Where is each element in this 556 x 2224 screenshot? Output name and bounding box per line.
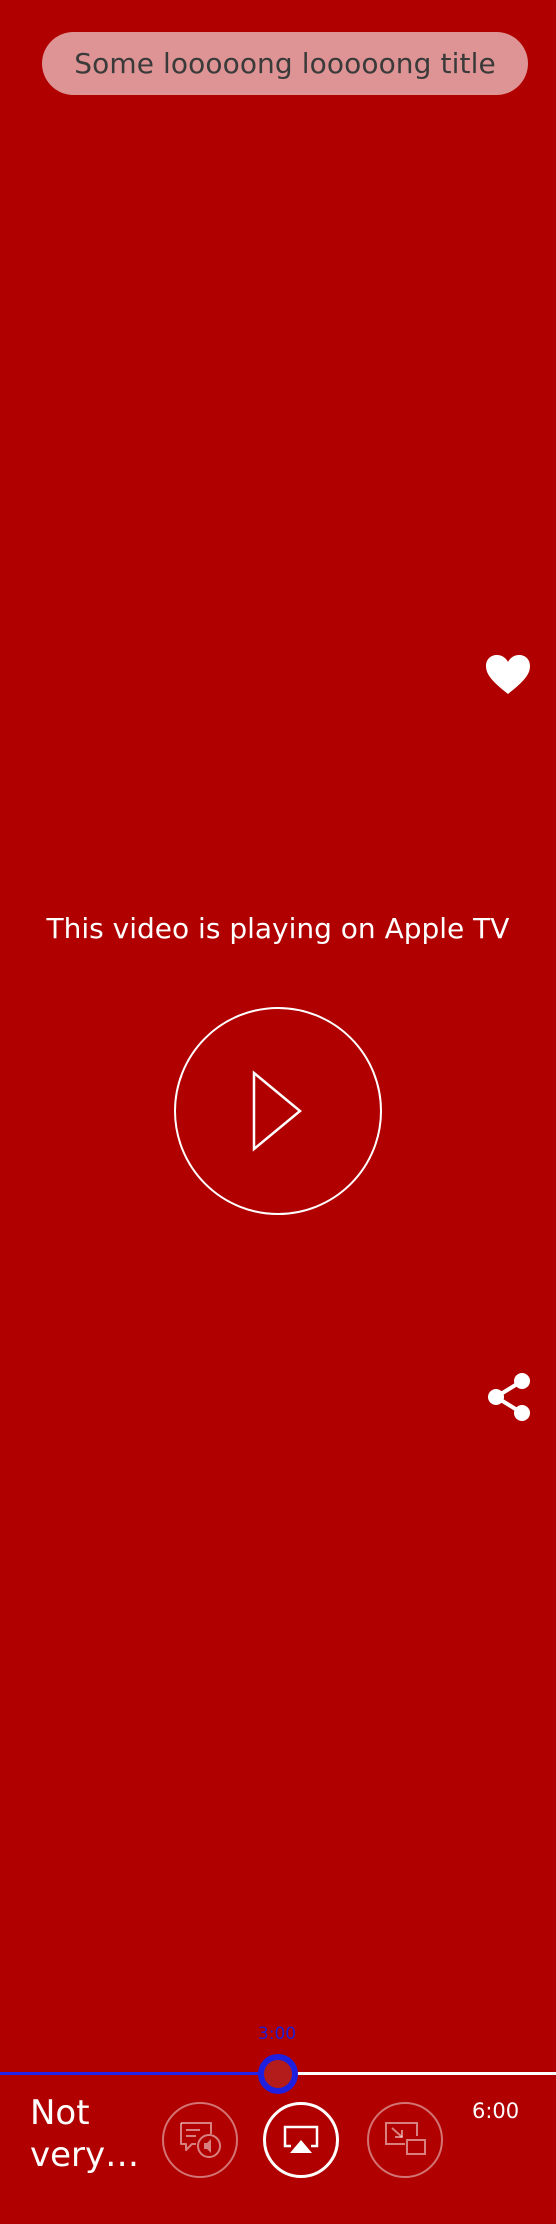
scrubber-thumb[interactable] <box>258 2054 298 2094</box>
play-button[interactable] <box>174 1007 382 1215</box>
audio-subtitles-icon <box>180 2122 221 2158</box>
picture-in-picture-button[interactable] <box>367 2102 443 2178</box>
current-time-label: 3:00 <box>257 2024 297 2044</box>
progress-fill <box>0 2072 278 2075</box>
airplay-button[interactable] <box>263 2102 339 2178</box>
video-label: Not very… <box>30 2093 140 2175</box>
video-title: Some looooong looooong title <box>74 47 496 80</box>
picture-in-picture-icon <box>385 2122 426 2155</box>
video-title-bar[interactable]: Some looooong looooong title <box>42 32 528 95</box>
duration-label: 6:00 <box>472 2099 520 2123</box>
heart-icon <box>486 655 530 694</box>
play-icon <box>252 1070 302 1152</box>
airplay-status-message: This video is playing on Apple TV <box>46 912 510 945</box>
share-button[interactable] <box>484 1370 534 1424</box>
favorite-button[interactable] <box>482 651 534 699</box>
audio-subtitles-button[interactable] <box>162 2102 238 2178</box>
airplay-icon <box>283 2125 319 2153</box>
share-icon <box>488 1373 530 1421</box>
